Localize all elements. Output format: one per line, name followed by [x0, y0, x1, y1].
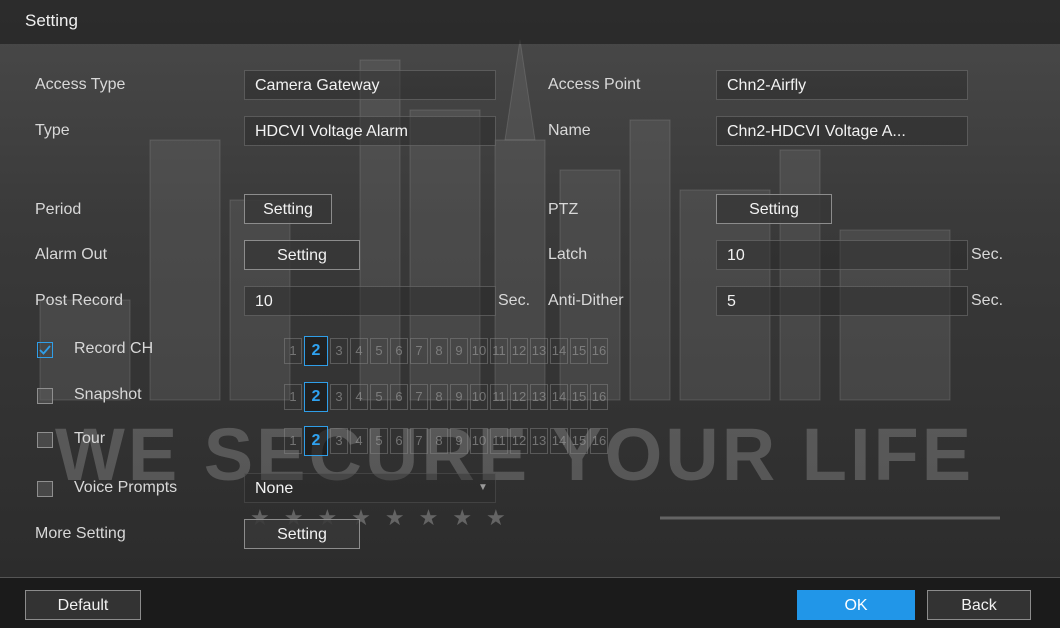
record-ch-channel-button[interactable]: 2 [304, 336, 328, 366]
alarm-out-setting-button[interactable]: Setting [244, 240, 360, 270]
chevron-down-icon: ▼ [478, 482, 488, 493]
record-ch-channels: 1 2 3 4 5 6 7 8 9 10 11 12 13 14 15 16 [284, 336, 608, 366]
tour-channel-button[interactable]: 11 [490, 428, 508, 454]
tour-channel-button[interactable]: 16 [590, 428, 608, 454]
snapshot-channel-button[interactable]: 8 [430, 384, 448, 410]
snapshot-channels: 1 2 3 4 5 6 7 8 9 10 11 12 13 14 15 16 [284, 382, 608, 412]
record-ch-label: Record CH [74, 340, 154, 357]
snapshot-channel-button[interactable]: 9 [450, 384, 468, 410]
voice-prompts-select[interactable]: None [244, 473, 496, 503]
snapshot-channel-button[interactable]: 14 [550, 384, 568, 410]
record-ch-channel-button[interactable]: 16 [590, 338, 608, 364]
anti-dither-label: Anti-Dither [548, 292, 624, 309]
record-ch-channel-button[interactable]: 3 [330, 338, 348, 364]
record-ch-channel-button[interactable]: 4 [350, 338, 368, 364]
name-field[interactable]: Chn2-HDCVI Voltage A... [716, 116, 968, 146]
record-ch-channel-button[interactable]: 7 [410, 338, 428, 364]
ptz-label: PTZ [548, 201, 579, 218]
anti-dither-unit: Sec. [971, 292, 1004, 309]
more-setting-button[interactable]: Setting [244, 519, 360, 549]
snapshot-channel-button[interactable]: 6 [390, 384, 408, 410]
post-record-unit: Sec. [498, 292, 531, 309]
snapshot-channel-button[interactable]: 13 [530, 384, 548, 410]
snapshot-channel-button[interactable]: 5 [370, 384, 388, 410]
tour-label: Tour [74, 430, 106, 447]
snapshot-channel-button[interactable]: 16 [590, 384, 608, 410]
latch-unit: Sec. [971, 246, 1004, 263]
post-record-input[interactable]: 10 [244, 286, 496, 316]
voice-prompts-checkbox[interactable] [37, 481, 53, 497]
period-label: Period [35, 201, 82, 218]
record-ch-channel-button[interactable]: 8 [430, 338, 448, 364]
tour-channel-button[interactable]: 14 [550, 428, 568, 454]
snapshot-channel-button[interactable]: 12 [510, 384, 528, 410]
tour-channel-button[interactable]: 12 [510, 428, 528, 454]
record-ch-channel-button[interactable]: 11 [490, 338, 508, 364]
record-ch-channel-button[interactable]: 9 [450, 338, 468, 364]
snapshot-channel-button[interactable]: 10 [470, 384, 488, 410]
type-label: Type [35, 122, 70, 139]
snapshot-checkbox[interactable] [37, 388, 53, 404]
record-ch-channel-button[interactable]: 12 [510, 338, 528, 364]
tour-channel-button[interactable]: 6 [390, 428, 408, 454]
ok-button[interactable]: OK [797, 590, 915, 620]
access-type-label: Access Type [35, 76, 126, 93]
record-ch-channel-button[interactable]: 10 [470, 338, 488, 364]
voice-prompts-label: Voice Prompts [74, 479, 178, 496]
tour-checkbox[interactable] [37, 432, 53, 448]
latch-input[interactable]: 10 [716, 240, 968, 270]
tour-channels: 1 2 3 4 5 6 7 8 9 10 11 12 13 14 15 16 [284, 426, 608, 456]
record-ch-channel-button[interactable]: 6 [390, 338, 408, 364]
tour-channel-button[interactable]: 15 [570, 428, 588, 454]
name-label: Name [548, 122, 591, 139]
more-setting-label: More Setting [35, 525, 126, 542]
tour-channel-button[interactable]: 7 [410, 428, 428, 454]
snapshot-channel-button[interactable]: 15 [570, 384, 588, 410]
latch-label: Latch [548, 246, 588, 263]
window-title: Setting [25, 11, 78, 30]
tour-channel-button[interactable]: 4 [350, 428, 368, 454]
post-record-label: Post Record [35, 292, 124, 309]
ptz-setting-button[interactable]: Setting [716, 194, 832, 224]
record-ch-channel-button[interactable]: 13 [530, 338, 548, 364]
checkmark-icon [39, 345, 51, 355]
tour-channel-button[interactable]: 8 [430, 428, 448, 454]
tour-channel-button[interactable]: 13 [530, 428, 548, 454]
snapshot-channel-button[interactable]: 2 [304, 382, 328, 412]
record-ch-checkbox[interactable] [37, 342, 53, 358]
tour-channel-button[interactable]: 9 [450, 428, 468, 454]
snapshot-label: Snapshot [74, 386, 142, 403]
type-field[interactable]: HDCVI Voltage Alarm [244, 116, 496, 146]
tour-channel-button[interactable]: 2 [304, 426, 328, 456]
snapshot-channel-button[interactable]: 4 [350, 384, 368, 410]
tour-channel-button[interactable]: 3 [330, 428, 348, 454]
access-point-field[interactable]: Chn2-Airfly [716, 70, 968, 100]
snapshot-channel-button[interactable]: 3 [330, 384, 348, 410]
back-button[interactable]: Back [927, 590, 1031, 620]
alarm-out-label: Alarm Out [35, 246, 108, 263]
record-ch-channel-button[interactable]: 15 [570, 338, 588, 364]
snapshot-channel-button[interactable]: 11 [490, 384, 508, 410]
title-bar: Setting [0, 0, 1060, 44]
period-setting-button[interactable]: Setting [244, 194, 332, 224]
tour-channel-button[interactable]: 1 [284, 428, 302, 454]
snapshot-channel-button[interactable]: 7 [410, 384, 428, 410]
record-ch-channel-button[interactable]: 5 [370, 338, 388, 364]
record-ch-channel-button[interactable]: 1 [284, 338, 302, 364]
anti-dither-input[interactable]: 5 [716, 286, 968, 316]
record-ch-channel-button[interactable]: 14 [550, 338, 568, 364]
access-point-label: Access Point [548, 76, 641, 93]
tour-channel-button[interactable]: 5 [370, 428, 388, 454]
tour-channel-button[interactable]: 10 [470, 428, 488, 454]
snapshot-channel-button[interactable]: 1 [284, 384, 302, 410]
access-type-field[interactable]: Camera Gateway [244, 70, 496, 100]
default-button[interactable]: Default [25, 590, 141, 620]
